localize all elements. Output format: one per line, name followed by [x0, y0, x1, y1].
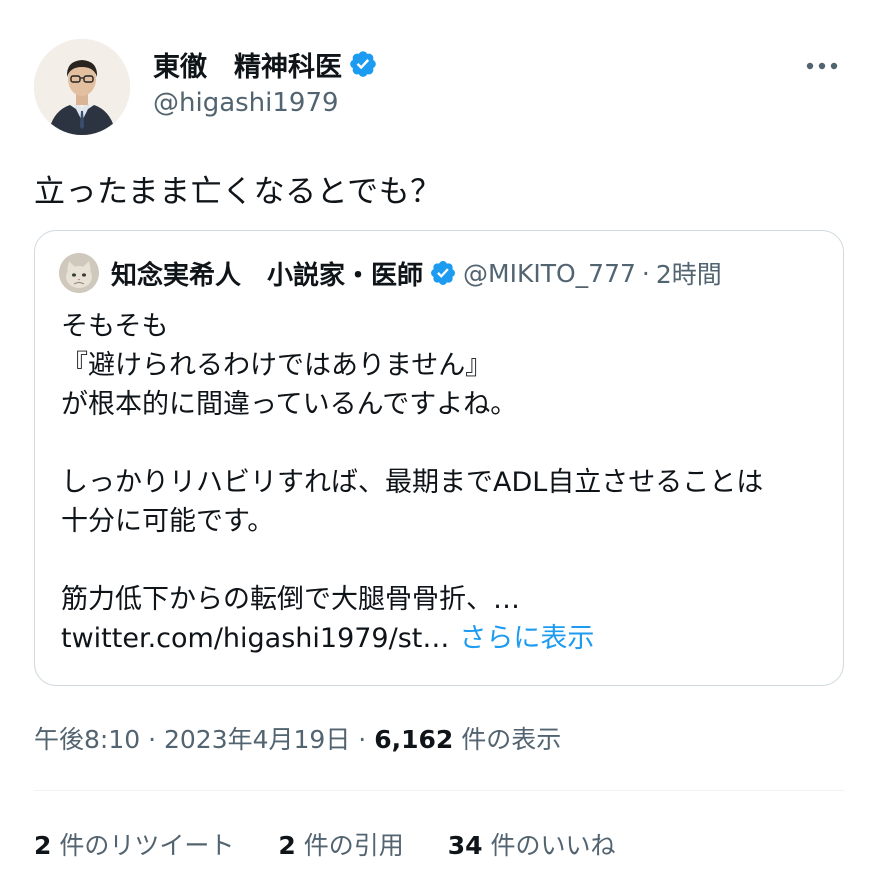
likes-stat[interactable]: 34 件のいいね: [448, 826, 616, 862]
author-name-row: 東徹 精神科医: [153, 44, 378, 84]
quotes-label: 件の引用: [295, 831, 404, 860]
likes-label: 件のいいね: [482, 831, 616, 860]
separator-dot: ·: [358, 725, 367, 754]
more-horizontal-icon: [806, 62, 838, 70]
quoted-text-line: が根本的に間違っているんですよね。: [61, 389, 518, 420]
quoted-author-display-name[interactable]: 知念実希人 小説家・医師: [111, 255, 423, 292]
quotes-count: 2: [278, 831, 296, 860]
quoted-text-line: [61, 424, 831, 463]
quoted-tweet-time[interactable]: 2時間: [656, 255, 722, 291]
tweet-text: 立ったまま亡くなるとでも？: [34, 174, 442, 210]
quoted-url-link[interactable]: twitter.com/higashi1979/st…: [61, 623, 449, 654]
engagement-stats: 2 件のリツイート 2 件の引用 34 件のいいね: [34, 826, 615, 862]
author-handle[interactable]: @higashi1979: [153, 88, 339, 118]
tweet: 東徹 精神科医 @higashi1979 立ったまま亡くなるとでも？ 知念実希人…: [0, 0, 876, 891]
verified-badge-icon: [431, 261, 455, 285]
quoted-text-line: [61, 541, 831, 580]
show-more-link[interactable]: さらに表示: [459, 623, 594, 654]
separator-dot: ·: [148, 725, 157, 754]
quoted-author-avatar[interactable]: [59, 253, 99, 293]
retweets-label: 件のリツイート: [51, 831, 235, 860]
quoted-text-line: しっかりリハビリすれば、最期までADL自立させることは: [61, 467, 764, 498]
divider: [34, 790, 844, 791]
separator-dot: ·: [641, 258, 650, 288]
quotes-stat[interactable]: 2 件の引用: [278, 826, 403, 862]
tweet-meta: 午後8:10 · 2023年4月19日 · 6,162 件の表示: [34, 720, 561, 756]
quoted-tweet-body: そもそも 『避けられるわけではありません』 が根本的に間違っているんですよね。 …: [61, 307, 831, 658]
quoted-tweet-card[interactable]: 知念実希人 小説家・医師 @MIKITO_777 · 2時間 そもそも 『避けら…: [34, 230, 844, 686]
retweets-count: 2: [34, 831, 52, 860]
quoted-text-line: 『避けられるわけではありません』: [61, 350, 493, 381]
quoted-text-line: そもそも: [61, 311, 169, 342]
quoted-text-line: 十分に可能です。: [61, 506, 275, 537]
verified-badge-icon: [348, 49, 378, 79]
tweet-time[interactable]: 午後8:10: [34, 725, 140, 754]
quoted-link-row: twitter.com/higashi1979/st… さらに表示: [61, 619, 831, 658]
likes-count: 34: [447, 831, 483, 860]
tweet-date[interactable]: 2023年4月19日: [164, 725, 350, 754]
quoted-text-line: 筋力低下からの転倒で大腿骨骨折、…: [61, 584, 520, 615]
retweets-stat[interactable]: 2 件のリツイート: [34, 826, 234, 862]
author-display-name[interactable]: 東徹 精神科医: [153, 45, 342, 84]
quoted-tweet-header: 知念実希人 小説家・医師 @MIKITO_777 · 2時間: [59, 253, 722, 293]
more-options-button[interactable]: [802, 48, 842, 84]
author-avatar[interactable]: [34, 39, 130, 135]
views-label: 件の表示: [453, 725, 562, 754]
quoted-author-handle[interactable]: @MIKITO_777: [463, 259, 636, 288]
views-count: 6,162: [374, 725, 454, 754]
